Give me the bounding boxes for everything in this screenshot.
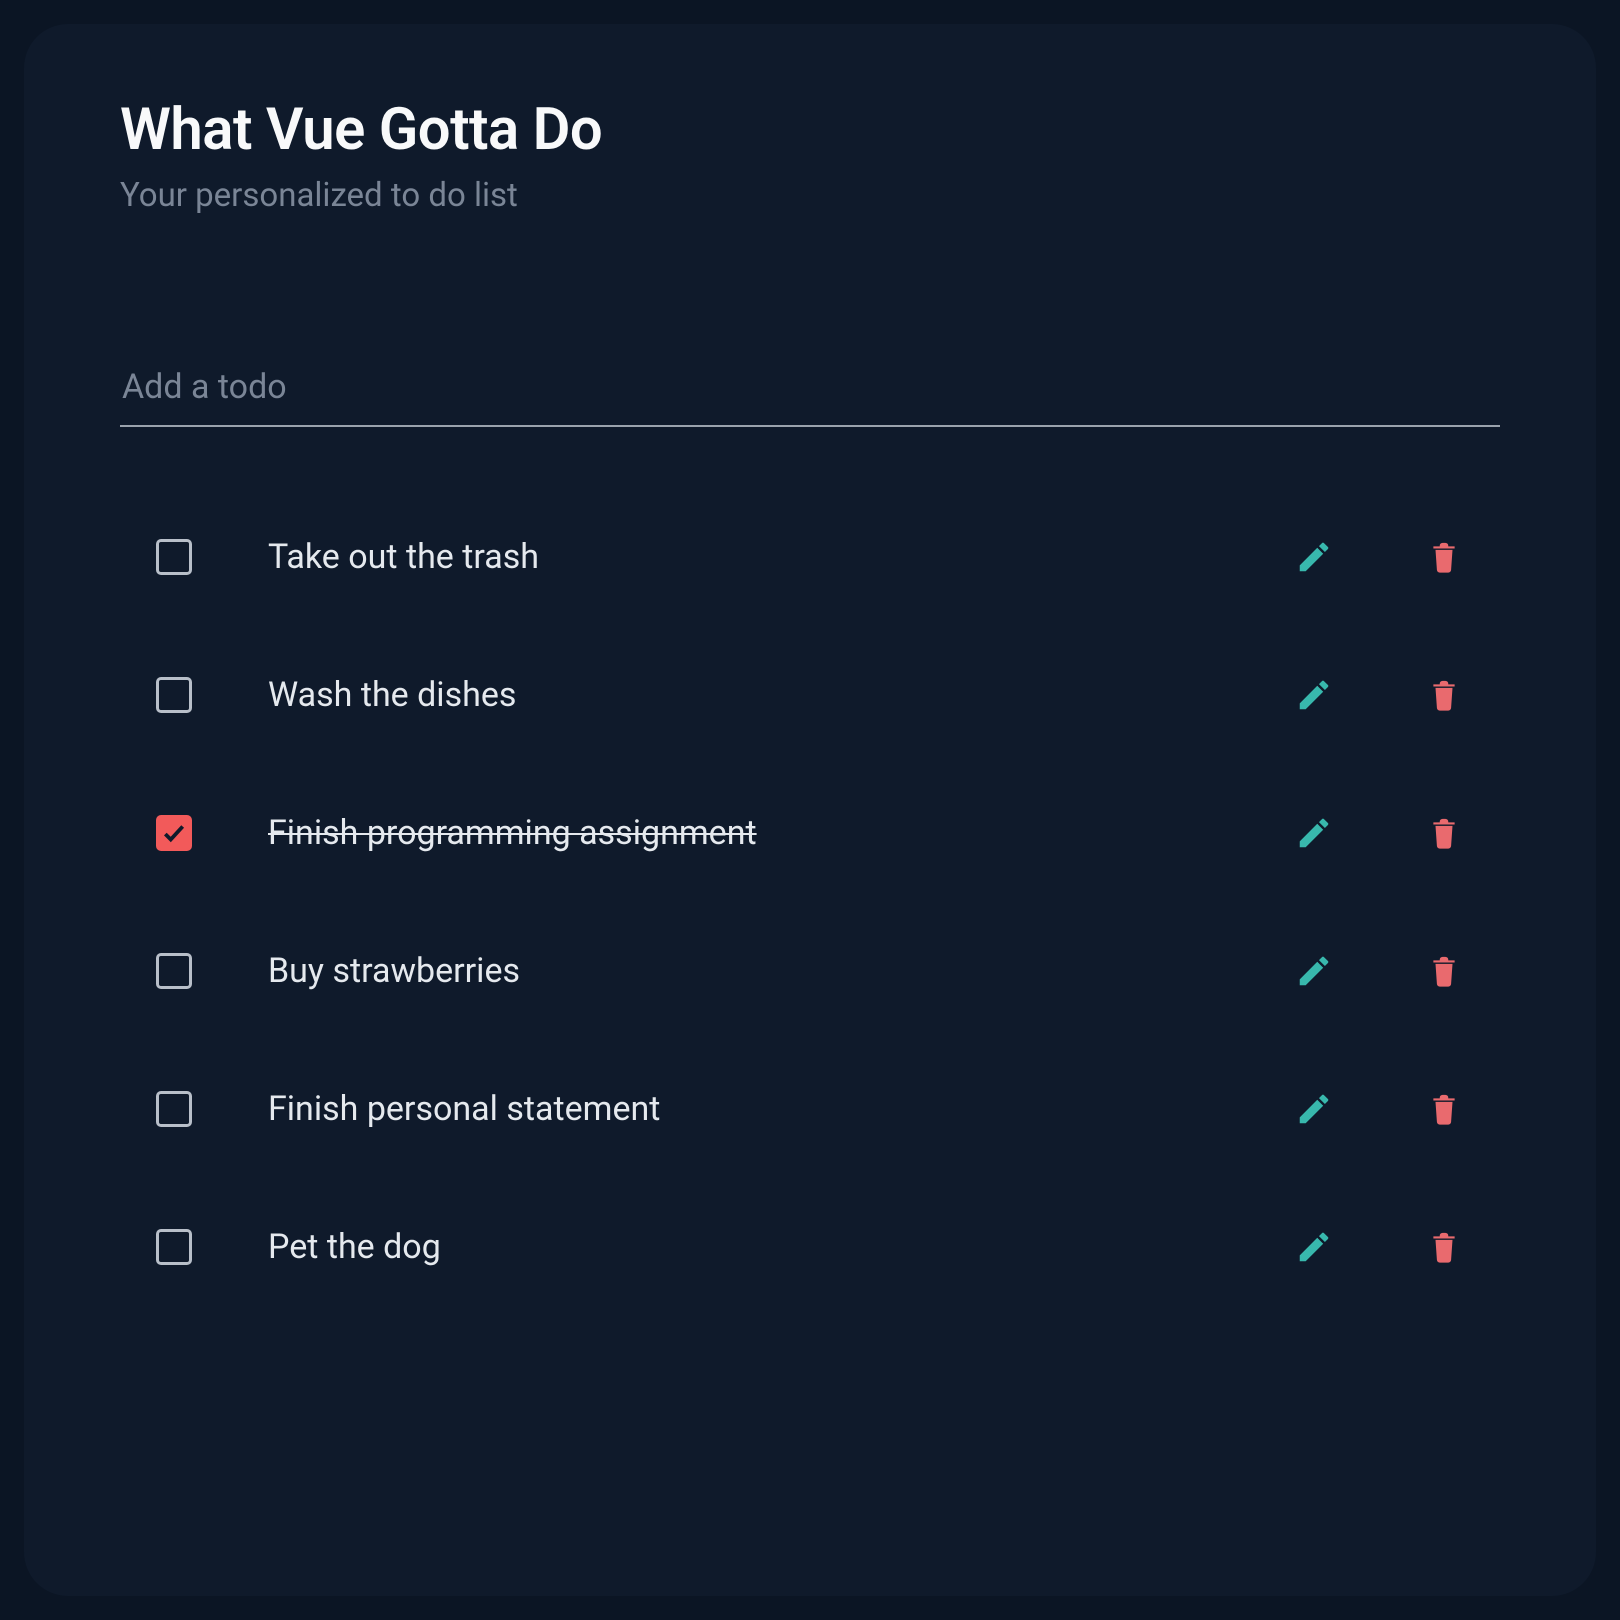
edit-button[interactable]	[1294, 537, 1334, 577]
edit-button[interactable]	[1294, 951, 1334, 991]
todo-actions	[1294, 813, 1464, 853]
delete-button[interactable]	[1424, 951, 1464, 991]
pencil-icon	[1295, 814, 1333, 852]
todo-row: Pet the dog	[156, 1227, 1464, 1267]
add-todo-field-wrap	[120, 355, 1500, 427]
todo-row: Finish programming assignment	[156, 813, 1464, 853]
pencil-icon	[1295, 952, 1333, 990]
page-title: What Vue Gotta Do	[120, 96, 1500, 164]
todo-checkbox[interactable]	[156, 539, 192, 575]
delete-button[interactable]	[1424, 675, 1464, 715]
todo-actions	[1294, 675, 1464, 715]
todo-label: Finish programming assignment	[268, 813, 1270, 853]
todo-checkbox[interactable]	[156, 953, 192, 989]
todo-label: Take out the trash	[268, 537, 1270, 577]
todo-checkbox[interactable]	[156, 1091, 192, 1127]
todo-list: Take out the trash Wash the dishes Finish …	[120, 537, 1500, 1267]
todo-checkbox[interactable]	[156, 1229, 192, 1265]
todo-checkbox[interactable]	[156, 677, 192, 713]
app-card: What Vue Gotta Do Your personalized to d…	[24, 24, 1596, 1596]
todo-label: Wash the dishes	[268, 675, 1270, 715]
trash-icon	[1427, 952, 1461, 990]
todo-actions	[1294, 1227, 1464, 1267]
edit-button[interactable]	[1294, 1227, 1334, 1267]
edit-button[interactable]	[1294, 675, 1334, 715]
trash-icon	[1427, 814, 1461, 852]
edit-button[interactable]	[1294, 1089, 1334, 1129]
pencil-icon	[1295, 676, 1333, 714]
todo-actions	[1294, 1089, 1464, 1129]
todo-row: Take out the trash	[156, 537, 1464, 577]
add-todo-input[interactable]	[120, 355, 1500, 425]
pencil-icon	[1295, 1090, 1333, 1128]
page-subtitle: Your personalized to do list	[120, 176, 1500, 215]
pencil-icon	[1295, 1228, 1333, 1266]
delete-button[interactable]	[1424, 813, 1464, 853]
trash-icon	[1427, 1090, 1461, 1128]
delete-button[interactable]	[1424, 537, 1464, 577]
trash-icon	[1427, 1228, 1461, 1266]
todo-row: Buy strawberries	[156, 951, 1464, 991]
todo-actions	[1294, 537, 1464, 577]
trash-icon	[1427, 676, 1461, 714]
todo-row: Finish personal statement	[156, 1089, 1464, 1129]
trash-icon	[1427, 538, 1461, 576]
todo-row: Wash the dishes	[156, 675, 1464, 715]
edit-button[interactable]	[1294, 813, 1334, 853]
delete-button[interactable]	[1424, 1227, 1464, 1267]
todo-label: Finish personal statement	[268, 1089, 1270, 1129]
check-icon	[161, 820, 187, 846]
todo-checkbox[interactable]	[156, 815, 192, 851]
todo-label: Pet the dog	[268, 1227, 1270, 1267]
delete-button[interactable]	[1424, 1089, 1464, 1129]
todo-actions	[1294, 951, 1464, 991]
pencil-icon	[1295, 538, 1333, 576]
todo-label: Buy strawberries	[268, 951, 1270, 991]
